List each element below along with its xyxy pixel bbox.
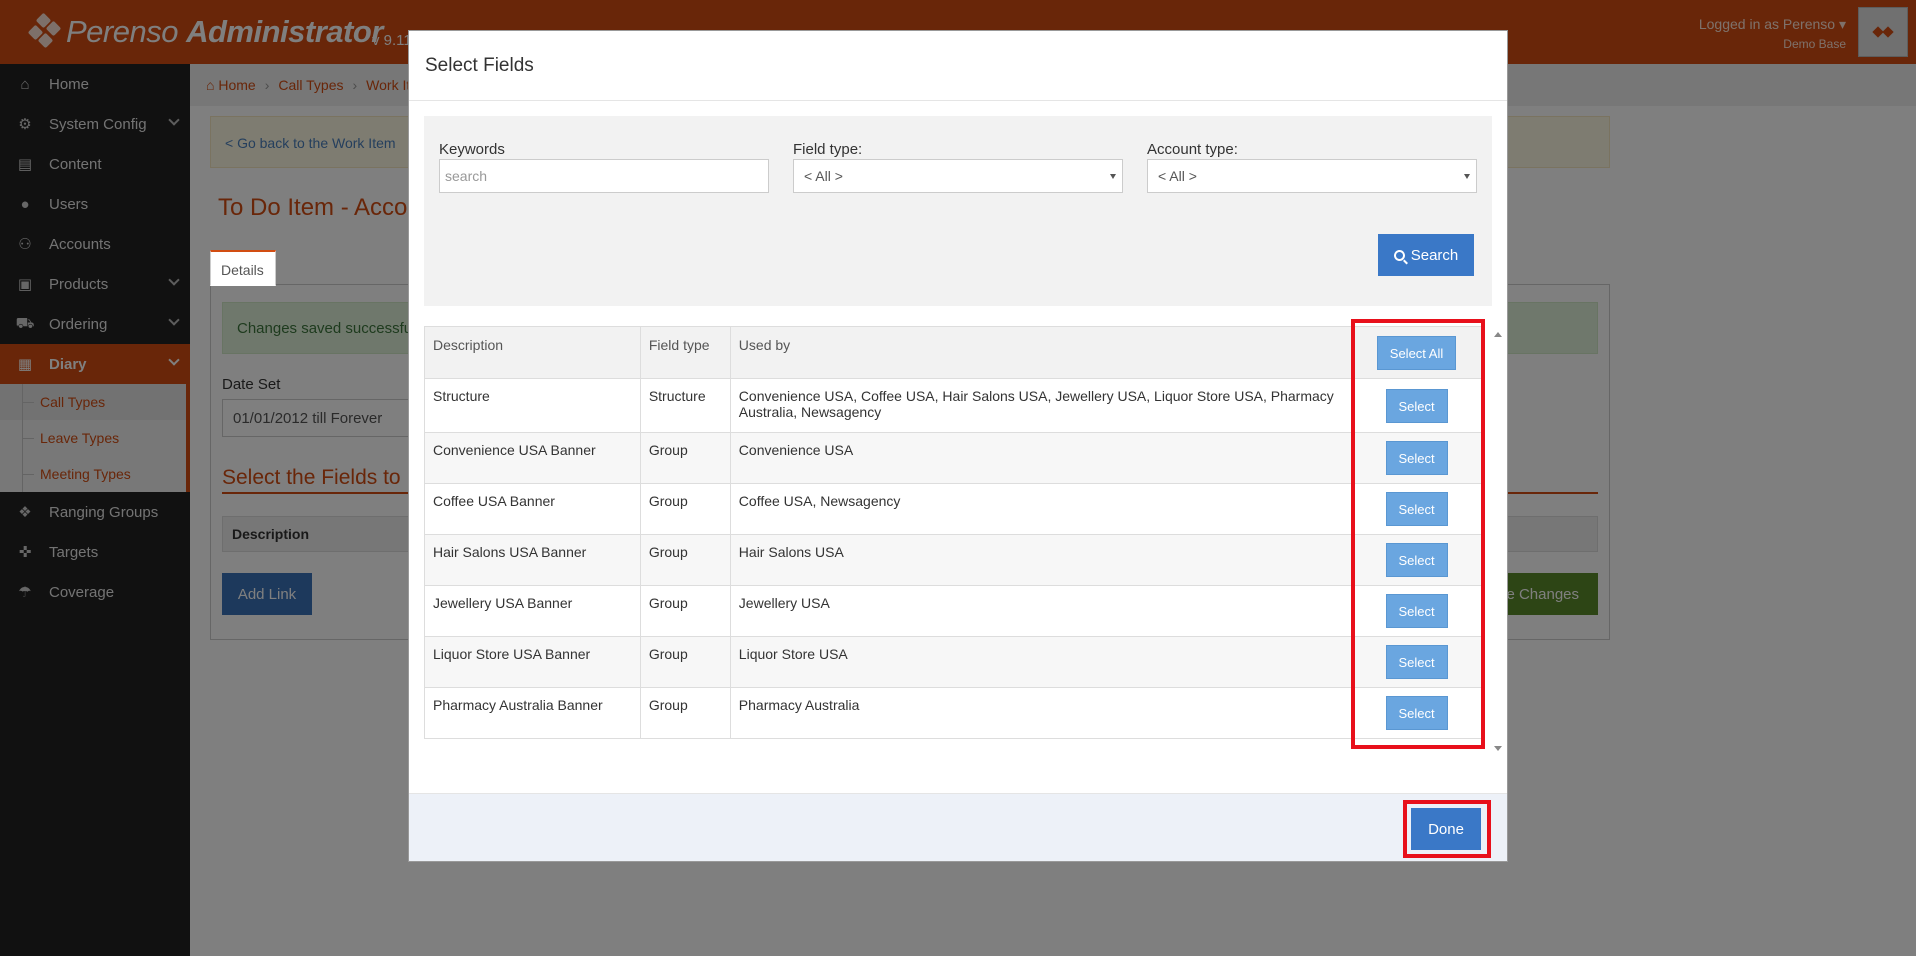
row-field-type: Group: [639, 687, 731, 739]
row-description: Coffee USA Banner: [424, 483, 641, 535]
table-row: Hair Salons USA Banner Group Hair Salons…: [424, 534, 1482, 586]
modal-title: Select Fields: [409, 31, 1507, 101]
row-used-by: Liquor Store USA: [729, 636, 1353, 688]
field-type-select[interactable]: < All >: [793, 159, 1123, 193]
column-header-used-by[interactable]: Used by: [729, 326, 1353, 379]
row-description: Hair Salons USA Banner: [424, 534, 641, 586]
select-button[interactable]: Select: [1385, 388, 1448, 423]
account-type-label: Account type:: [1147, 141, 1238, 158]
row-used-by: Coffee USA, Newsagency: [729, 483, 1353, 535]
select-button[interactable]: Select: [1385, 594, 1448, 628]
table-row: Pharmacy Australia Banner Group Pharmacy…: [424, 687, 1482, 739]
row-used-by: Pharmacy Australia: [729, 687, 1353, 739]
row-used-by: Jewellery USA: [729, 585, 1353, 637]
done-button[interactable]: Done: [1411, 808, 1481, 850]
scroll-up-icon[interactable]: [1494, 332, 1502, 337]
select-fields-modal: Select Fields Keywords search Field type…: [408, 30, 1508, 862]
fields-table: Description Field type Used by Select Al…: [424, 326, 1482, 739]
account-type-select[interactable]: < All >: [1147, 159, 1477, 193]
caret-down-icon: [1110, 174, 1116, 179]
table-row: Jewellery USA Banner Group Jewellery USA…: [424, 585, 1482, 637]
column-header-action: Select All: [1351, 326, 1482, 379]
select-button[interactable]: Select: [1385, 492, 1448, 526]
row-used-by: Convenience USA: [729, 432, 1353, 484]
keywords-input[interactable]: search: [439, 159, 769, 193]
row-description: Convenience USA Banner: [424, 432, 641, 484]
table-scrollbar[interactable]: [1491, 326, 1505, 756]
select-button[interactable]: Select: [1385, 696, 1448, 730]
search-button[interactable]: Search: [1378, 234, 1474, 276]
row-field-type: Structure: [639, 378, 731, 433]
row-field-type: Group: [639, 432, 731, 484]
row-description: Liquor Store USA Banner: [424, 636, 641, 688]
column-header-description[interactable]: Description: [424, 326, 641, 379]
row-used-by: Hair Salons USA: [729, 534, 1353, 586]
table-row: Structure Structure Convenience USA, Cof…: [424, 378, 1482, 433]
scroll-down-icon[interactable]: [1494, 746, 1502, 751]
tab-details[interactable]: Details: [210, 250, 276, 286]
row-field-type: Group: [639, 483, 731, 535]
table-row: Coffee USA Banner Group Coffee USA, News…: [424, 483, 1482, 535]
table-row: Liquor Store USA Banner Group Liquor Sto…: [424, 636, 1482, 688]
table-row: Convenience USA Banner Group Convenience…: [424, 432, 1482, 484]
table-header-row: Description Field type Used by Select Al…: [424, 326, 1482, 379]
search-icon: [1393, 249, 1405, 261]
row-used-by: Convenience USA, Coffee USA, Hair Salons…: [729, 378, 1353, 433]
select-button[interactable]: Select: [1385, 543, 1448, 577]
row-field-type: Group: [639, 636, 731, 688]
fields-table-container: Description Field type Used by Select Al…: [424, 326, 1482, 739]
row-description: Pharmacy Australia Banner: [424, 687, 641, 739]
modal-footer: Done: [409, 793, 1507, 861]
filter-panel: Keywords search Field type: < All > Acco…: [424, 116, 1492, 306]
caret-down-icon: [1464, 174, 1470, 179]
select-all-button[interactable]: Select All: [1376, 335, 1457, 370]
keywords-label: Keywords: [439, 141, 505, 158]
row-field-type: Group: [639, 585, 731, 637]
row-description: Structure: [424, 378, 641, 433]
row-field-type: Group: [639, 534, 731, 586]
select-button[interactable]: Select: [1385, 645, 1448, 679]
row-description: Jewellery USA Banner: [424, 585, 641, 637]
column-header-field-type[interactable]: Field type: [639, 326, 731, 379]
done-button-highlight: Done: [1403, 800, 1491, 858]
field-type-label: Field type:: [793, 141, 863, 158]
select-button[interactable]: Select: [1385, 441, 1448, 475]
